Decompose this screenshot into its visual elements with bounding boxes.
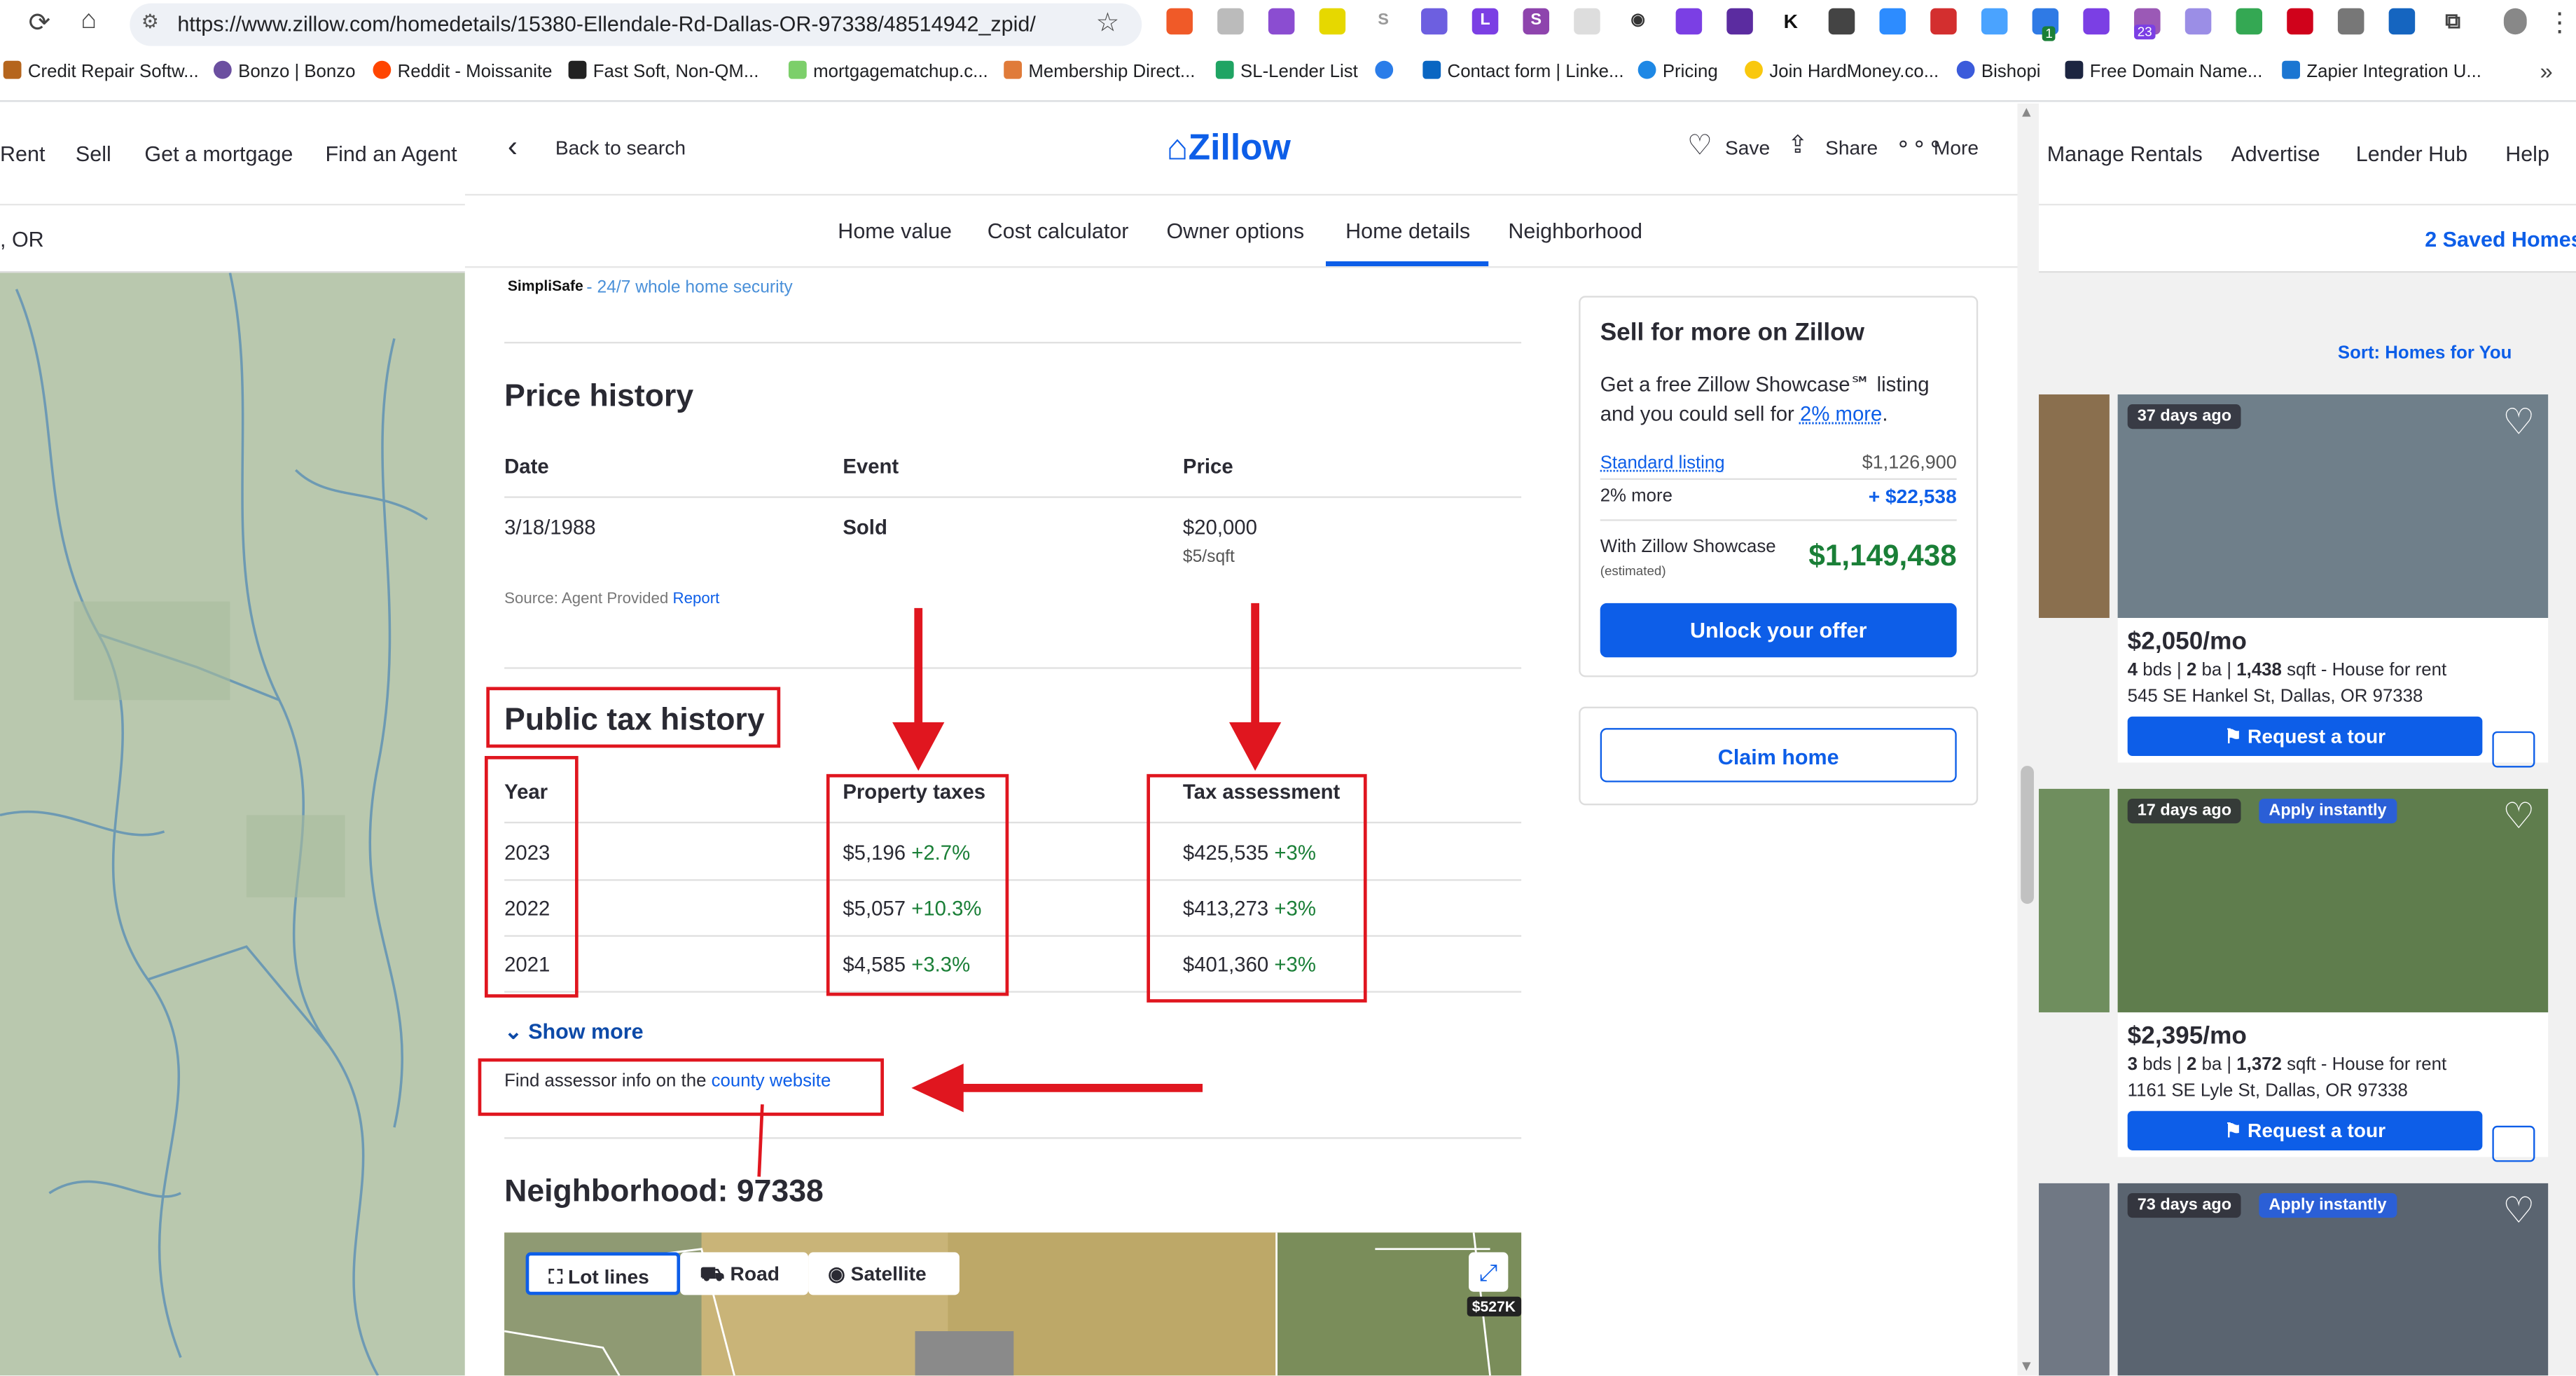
- arrow-head-assessment: [1228, 722, 1282, 771]
- screen: ⟳ ⌂ ⚙ https://www.zillow.com/homedetails…: [0, 0, 2576, 1376]
- pointer-line-county: [757, 1104, 764, 1177]
- arrow-head-taxes: [892, 722, 945, 771]
- annotation-arrows: [757, 603, 1282, 1177]
- arrow-head-assessor: [911, 1064, 964, 1113]
